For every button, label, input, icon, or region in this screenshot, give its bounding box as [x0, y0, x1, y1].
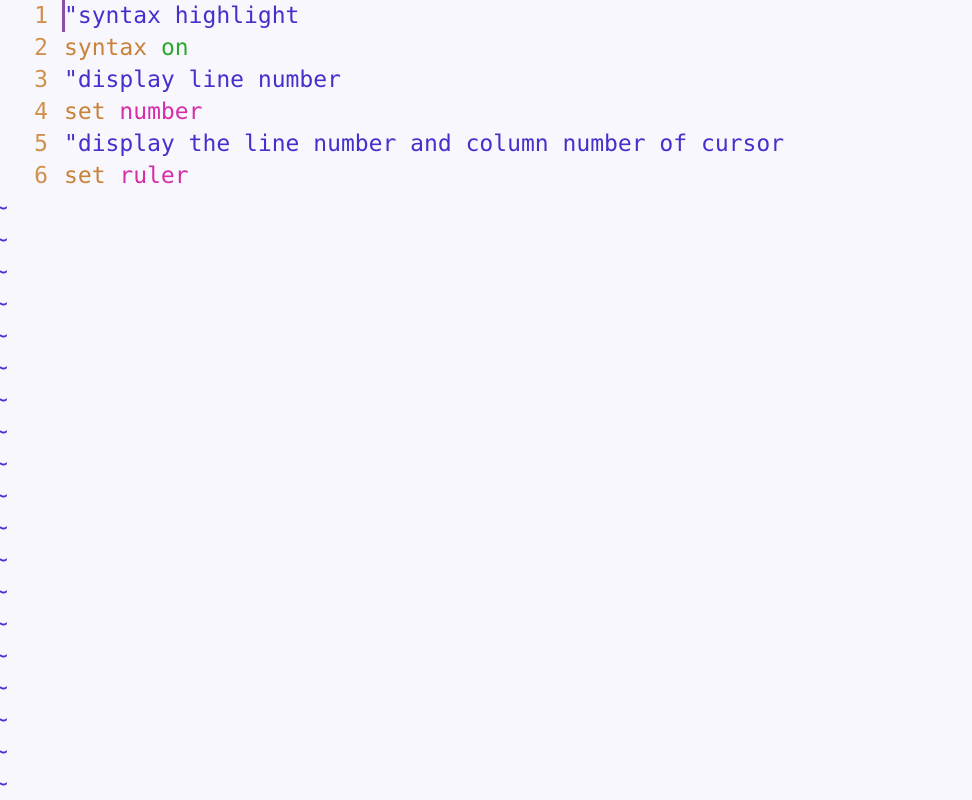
line-number: 1 [34, 3, 48, 29]
code-line[interactable]: 3 "display line number [0, 64, 972, 96]
code-line[interactable]: 6 set ruler [0, 160, 972, 192]
code-line[interactable]: 4 set number [0, 96, 972, 128]
empty-line-tilde: ~ [0, 739, 8, 765]
line-number: 4 [34, 99, 48, 125]
empty-line-tilde: ~ [0, 483, 8, 509]
empty-line-tilde: ~ [0, 259, 8, 285]
empty-line-tilde: ~ [0, 227, 8, 253]
empty-line-tilde: ~ [0, 611, 8, 637]
empty-line-tilde: ~ [0, 643, 8, 669]
empty-line-tilde: ~ [0, 387, 8, 413]
code-line[interactable]: 2 syntax on [0, 32, 972, 64]
empty-line-tilde: ~ [0, 675, 8, 701]
empty-line-tilde: ~ [0, 291, 8, 317]
line-number: 2 [34, 35, 48, 61]
line-content[interactable]: set ruler [48, 160, 189, 192]
code-line[interactable]: 1 "syntax highlight [0, 0, 972, 32]
empty-line-tilde: ~ [0, 355, 8, 381]
token-keyword: set [64, 99, 120, 125]
token-comment: "syntax highlight [64, 3, 300, 29]
token-keyword: set [64, 163, 120, 189]
empty-line-tilde: ~ [0, 195, 8, 221]
line-content[interactable]: "syntax highlight [48, 0, 299, 32]
token-comment: "display the line number and column numb… [64, 131, 785, 157]
line-number: 5 [34, 131, 48, 157]
empty-line-tilde: ~ [0, 579, 8, 605]
text-buffer[interactable]: 1 "syntax highlight 2 syntax on 3 "display li… [0, 0, 972, 192]
empty-line-tilde: ~ [0, 771, 8, 797]
empty-line-tilde: ~ [0, 451, 8, 477]
line-content[interactable]: syntax on [48, 32, 189, 64]
line-number: 3 [34, 67, 48, 93]
token-keyword: syntax [64, 35, 161, 61]
empty-line-tilde: ~ [0, 707, 8, 733]
line-content[interactable]: "display the line number and column numb… [48, 128, 784, 160]
empty-line-tilde: ~ [0, 515, 8, 541]
empty-lines-area: ~ ~ ~ ~ ~ ~ ~ ~ ~ ~ ~ ~ ~ ~ ~ ~ ~ ~ ~ [0, 192, 972, 800]
empty-line-tilde: ~ [0, 419, 8, 445]
empty-line-tilde: ~ [0, 547, 8, 573]
vim-editor-window[interactable]: 1 "syntax highlight 2 syntax on 3 "display li… [0, 0, 972, 797]
line-content[interactable]: "display line number [48, 64, 341, 96]
token-option-name: ruler [119, 163, 189, 189]
line-content[interactable]: set number [48, 96, 202, 128]
text-cursor [62, 0, 65, 32]
token-boolean-on: on [160, 35, 189, 61]
code-line[interactable]: 5 "display the line number and column num… [0, 128, 972, 160]
token-option-name: number [119, 99, 203, 125]
line-number: 6 [34, 163, 48, 189]
token-comment: "display line number [64, 67, 341, 93]
empty-line-tilde: ~ [0, 323, 8, 349]
